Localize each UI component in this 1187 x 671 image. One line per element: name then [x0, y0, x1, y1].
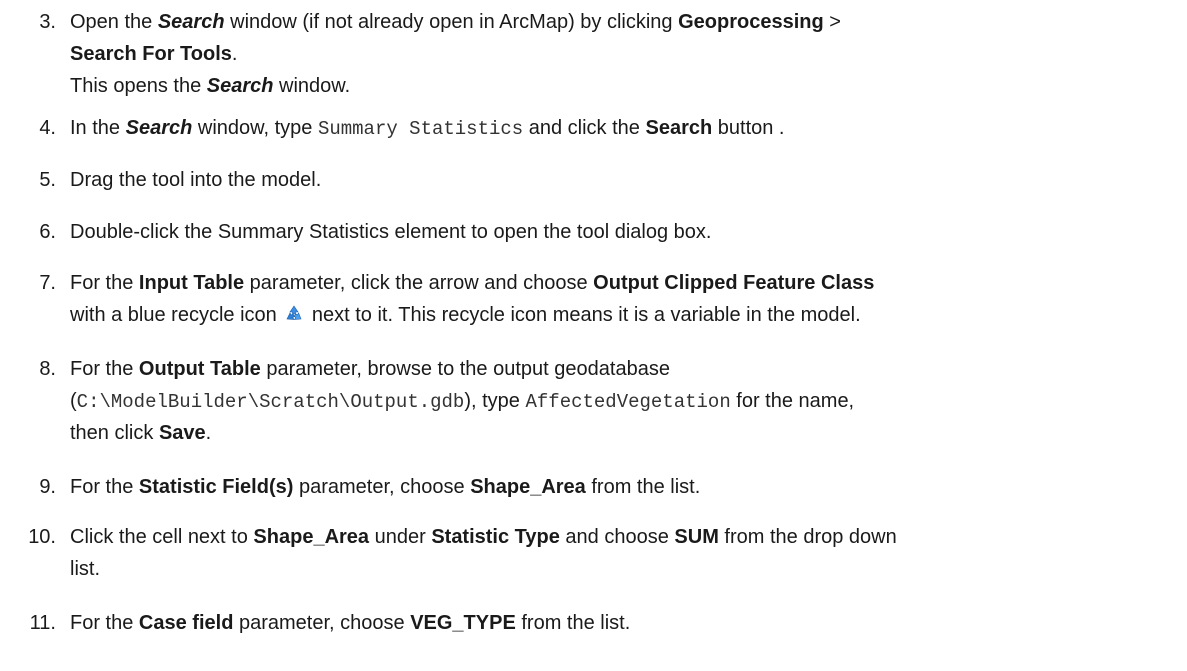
step-line: This opens the Search window. — [70, 72, 350, 100]
text-run: list. — [70, 558, 100, 580]
text-run: then click — [70, 422, 159, 444]
text-run: and click the — [523, 117, 646, 139]
step-line: For the Statistic Field(s) parameter, ch… — [70, 473, 700, 501]
text-run: from the drop down — [718, 526, 897, 548]
window-name: Search — [125, 117, 193, 139]
text-run: under — [369, 526, 432, 548]
text-run: window. — [273, 75, 351, 97]
text-run: For the — [70, 272, 139, 294]
ui-term: SUM — [674, 526, 719, 548]
text-run: parameter, choose — [293, 476, 471, 498]
ui-term: Search For Tools — [70, 43, 232, 65]
window-name: Search — [206, 75, 274, 97]
text-run: In the — [70, 117, 126, 139]
ui-term: Geoprocessing — [678, 11, 824, 33]
text-run: from the list. — [515, 612, 631, 634]
step-line: Click the cell next to Shape_Area under … — [70, 523, 897, 551]
text-run: ( — [70, 390, 77, 412]
ui-term: Input Table — [138, 272, 245, 294]
step-line: For the Case field parameter, choose VEG… — [70, 609, 630, 637]
ui-term: Shape_Area — [253, 526, 370, 548]
step-number: 9. — [39, 476, 56, 498]
step-line: list. — [70, 555, 100, 583]
text-run: and choose — [559, 526, 675, 548]
text-run: Click the cell next to — [70, 526, 254, 548]
ui-term: Save — [158, 422, 206, 444]
step-line: For the Output Table parameter, browse t… — [70, 355, 670, 383]
code-text: AffectedVegetation — [525, 391, 731, 413]
step-line: For the Input Table parameter, click the… — [70, 269, 874, 297]
step-number: 6. — [39, 221, 56, 243]
step-line: (C:\ModelBuilder\Scratch\Output.gdb), ty… — [70, 387, 854, 416]
ui-term: Case field — [138, 612, 234, 634]
ui-term: Output Table — [138, 358, 261, 380]
text-run: parameter, browse to the output geodatab… — [260, 358, 670, 380]
text-run: next to it. This recycle icon means it i… — [306, 304, 861, 326]
step-number: 3. — [39, 11, 56, 33]
step-line: then click Save. — [70, 419, 211, 447]
recycle-icon — [286, 305, 302, 320]
text-run: Drag the tool into the model. — [70, 169, 322, 191]
code-text: Summary Statistics — [317, 118, 524, 140]
text-run: parameter, click the arrow and choose — [244, 272, 594, 294]
text-run: For the — [70, 358, 139, 380]
step-number: 10. — [28, 526, 56, 548]
step-number: 4. — [39, 117, 56, 139]
ui-term: VEG_TYPE — [410, 612, 516, 634]
text-run: . — [231, 43, 238, 65]
text-run: with a blue recycle icon — [70, 304, 283, 326]
text-run: Double-click the Summary Statistics elem… — [70, 221, 712, 243]
step-number: 7. — [39, 272, 56, 294]
step-line: Double-click the Summary Statistics elem… — [70, 218, 711, 246]
ui-term: Statistic Type — [431, 526, 560, 548]
code-text: C:\ModelBuilder\Scratch\Output.gdb — [76, 391, 465, 413]
step-line: Search For Tools. — [70, 40, 237, 68]
ui-term: Output Clipped Feature Class — [593, 272, 875, 294]
text-run: For the — [70, 476, 139, 498]
text-run: window, type — [192, 117, 318, 139]
step-number: 8. — [39, 358, 56, 380]
text-run: from the list. — [585, 476, 701, 498]
step-number: 11. — [29, 612, 56, 634]
window-name: Search — [157, 11, 225, 33]
step-line: Open the Search window (if not already o… — [70, 8, 841, 36]
text-run: for the name, — [730, 390, 855, 412]
text-run: This opens the — [70, 75, 207, 97]
text-run: parameter, choose — [233, 612, 411, 634]
text-run: ), type — [464, 390, 526, 412]
step-line: In the Search window, type Summary Stati… — [70, 114, 784, 143]
ui-term: Shape_Area — [470, 476, 586, 498]
step-line: with a blue recycle icon next to it. Thi… — [70, 301, 861, 329]
text-run: > — [823, 11, 841, 33]
text-run: button . — [712, 117, 785, 139]
text-run: . — [205, 422, 212, 444]
text-run: For the — [70, 612, 139, 634]
text-run: window (if not already open in ArcMap) b… — [224, 11, 679, 33]
step-number: 5. — [39, 169, 56, 191]
ui-term: Search — [645, 117, 713, 139]
text-run: Open the — [70, 11, 158, 33]
step-line: Drag the tool into the model. — [70, 166, 321, 194]
ui-term: Statistic Field(s) — [138, 476, 294, 498]
